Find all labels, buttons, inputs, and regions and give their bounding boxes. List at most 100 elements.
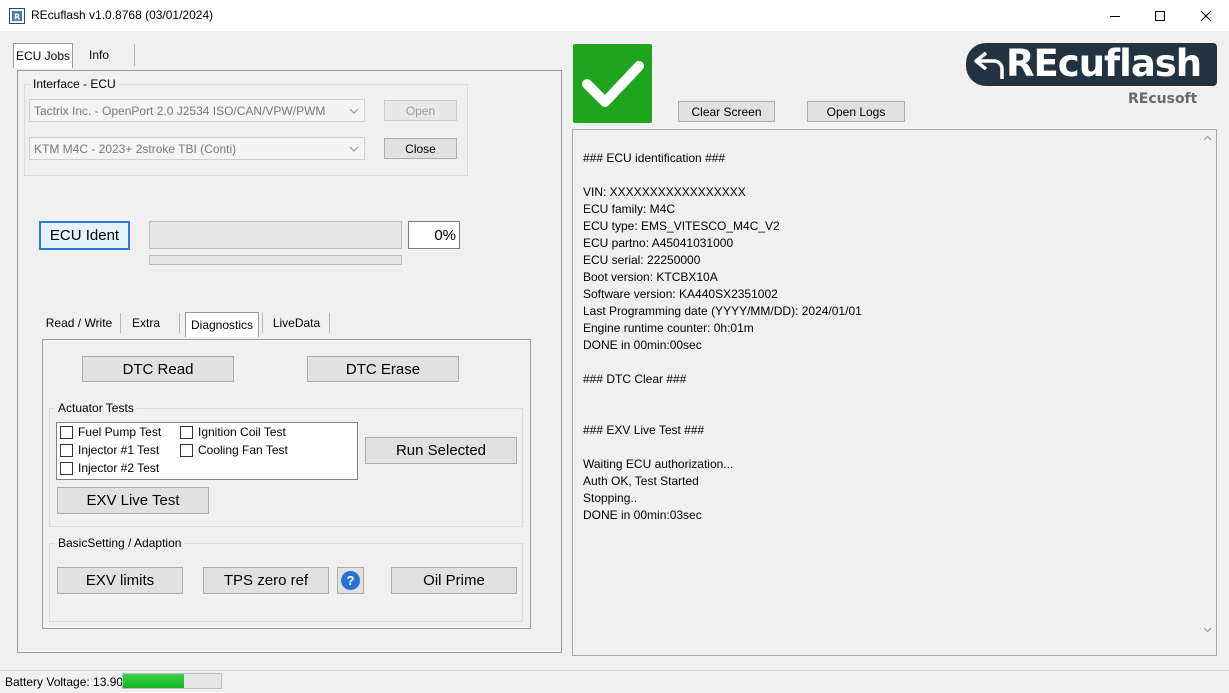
log-line: ECU partno: A45041031000 (583, 236, 734, 250)
fuel-pump-test-label: Fuel Pump Test (78, 425, 162, 439)
ident-progress-percent: 0% (408, 221, 460, 249)
adapter-select-value: Tactrix Inc. - OpenPort 2.0 J2534 ISO/CA… (34, 103, 326, 118)
ident-progress-bar (149, 221, 402, 249)
battery-level-fill (123, 674, 184, 688)
battery-voltage-label: Battery Voltage: 13.90 (5, 675, 124, 689)
run-selected-button[interactable]: Run Selected (365, 437, 517, 464)
dtc-erase-button[interactable]: DTC Erase (307, 356, 459, 382)
tab-extra[interactable]: Extra (126, 312, 166, 334)
chevron-down-icon (349, 108, 359, 114)
log-text: ### ECU identification ### VIN: XXXXXXXX… (583, 150, 1193, 524)
ignition-coil-test-checkbox[interactable]: Ignition Coil Test (180, 425, 286, 439)
exv-live-test-button[interactable]: EXV Live Test (57, 487, 209, 514)
checkbox-box (180, 443, 193, 457)
ecu-ident-button-label: ECU Ident (49, 227, 120, 244)
log-line: ECU family: M4C (583, 202, 676, 216)
checkbox-box (180, 425, 193, 439)
dtc-read-button[interactable]: DTC Read (82, 356, 234, 382)
tab-extra-label: Extra (131, 316, 160, 330)
tab-divider (262, 313, 263, 333)
log-line: Waiting ECU authorization... (583, 457, 734, 471)
secondary-progress-bar (149, 255, 402, 265)
oil-prime-button[interactable]: Oil Prime (391, 567, 517, 594)
open-button[interactable]: Open (384, 100, 457, 121)
tab-read-write-label: Read / Write (45, 316, 113, 330)
actuator-tests-label: Actuator Tests (55, 401, 137, 415)
clear-screen-button[interactable]: Clear Screen (678, 101, 775, 122)
minimize-button[interactable] (1092, 0, 1138, 31)
cooling-fan-test-label: Cooling Fan Test (198, 443, 288, 457)
interface-group-label: Interface - ECU (30, 77, 119, 91)
chevron-down-icon (349, 146, 359, 152)
help-icon: ? (341, 571, 360, 590)
ecu-select[interactable]: KTM M4C - 2023+ 2stroke TBI (Conti) (29, 137, 365, 160)
adapter-select[interactable]: Tactrix Inc. - OpenPort 2.0 J2534 ISO/CA… (29, 99, 365, 122)
tab-diagnostics-label: Diagnostics (190, 318, 254, 332)
log-output[interactable]: ### ECU identification ### VIN: XXXXXXXX… (572, 129, 1217, 656)
window-title: REcuflash v1.0.8768 (03/01/2024) (31, 8, 214, 22)
log-line: Stopping.. (583, 491, 638, 505)
log-line: ### DTC Clear ### (583, 372, 687, 386)
log-line: ECU serial: 22250000 (583, 253, 701, 267)
tab-livedata-label: LiveData (272, 316, 321, 330)
scroll-up-icon[interactable] (1203, 135, 1212, 141)
tps-zero-ref-button-label: TPS zero ref (223, 572, 309, 589)
open-button-label: Open (405, 103, 436, 118)
log-scrollbar[interactable] (1199, 130, 1216, 655)
log-line: Last Programming date (YYYY/MM/DD): 2024… (583, 304, 862, 318)
ecu-ident-button[interactable]: ECU Ident (39, 221, 130, 250)
close-window-button[interactable] (1183, 0, 1229, 31)
tab-read-write[interactable]: Read / Write (42, 312, 116, 334)
maximize-icon (1155, 10, 1165, 21)
close-button-label: Close (405, 141, 436, 156)
exv-limits-button[interactable]: EXV limits (57, 567, 183, 594)
app-icon: R (9, 8, 25, 24)
close-icon (1200, 10, 1212, 21)
checkmark-icon (582, 61, 644, 107)
log-line: VIN: XXXXXXXXXXXXXXXXX (583, 185, 746, 199)
close-button[interactable]: Close (384, 138, 457, 159)
tab-divider (329, 313, 330, 333)
tab-divider (120, 313, 121, 333)
injector-2-test-checkbox[interactable]: Injector #2 Test (60, 461, 159, 475)
log-line: ### EXV Live Test ### (583, 423, 705, 437)
log-line: Engine runtime counter: 0h:01m (583, 321, 754, 335)
tab-info-label: Info (88, 48, 109, 62)
tab-divider (179, 313, 180, 333)
oil-prime-button-label: Oil Prime (423, 572, 485, 589)
tab-info[interactable]: Info (78, 43, 120, 67)
brand-logo-text: REcuflash (1006, 43, 1202, 85)
brand-logo: REcuflash (966, 43, 1217, 86)
log-line: DONE in 00min:00sec (583, 338, 702, 352)
log-line: ECU type: EMS_VITESCO_M4C_V2 (583, 219, 780, 233)
basic-setting-label: BasicSetting / Adaption (55, 536, 185, 550)
battery-level-bar (122, 673, 222, 689)
checkbox-box (60, 461, 73, 475)
open-logs-button-label: Open Logs (826, 104, 886, 119)
scroll-down-icon[interactable] (1203, 627, 1212, 633)
injector-2-test-label: Injector #2 Test (78, 461, 160, 475)
help-button[interactable]: ? (337, 567, 364, 594)
back-arrow-icon (974, 51, 1004, 79)
log-line: Software version: KA440SX2351002 (583, 287, 778, 301)
injector-1-test-label: Injector #1 Test (78, 443, 160, 457)
ecu-select-value: KTM M4C - 2023+ 2stroke TBI (Conti) (34, 141, 237, 156)
tab-divider (134, 44, 135, 66)
tab-livedata[interactable]: LiveData (268, 312, 325, 334)
ident-progress-text: 0% (434, 226, 456, 244)
tab-diagnostics[interactable]: Diagnostics (185, 312, 259, 337)
tab-ecu-jobs-label: ECU Jobs (15, 49, 71, 63)
fuel-pump-test-checkbox[interactable]: Fuel Pump Test (60, 425, 161, 439)
log-line: Boot version: KTCBX10A (583, 270, 718, 284)
tab-ecu-jobs[interactable]: ECU Jobs (13, 43, 73, 68)
injector-1-test-checkbox[interactable]: Injector #1 Test (60, 443, 159, 457)
run-selected-button-label: Run Selected (395, 442, 487, 459)
clear-screen-button-label: Clear Screen (691, 104, 762, 119)
open-logs-button[interactable]: Open Logs (807, 101, 905, 122)
cooling-fan-test-checkbox[interactable]: Cooling Fan Test (180, 443, 288, 457)
tps-zero-ref-button[interactable]: TPS zero ref (203, 567, 329, 594)
maximize-button[interactable] (1137, 0, 1183, 31)
